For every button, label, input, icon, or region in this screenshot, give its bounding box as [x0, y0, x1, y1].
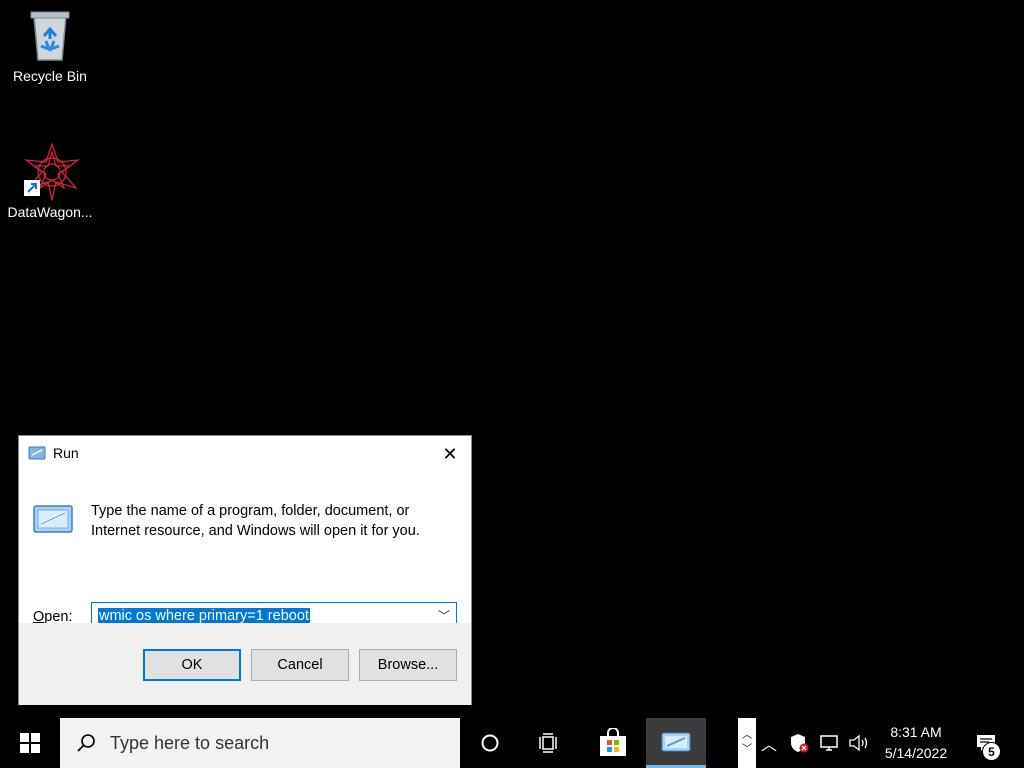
notification-count-badge: 5	[982, 742, 1001, 761]
network-icon	[820, 735, 838, 751]
chevron-up-icon: ︿	[760, 737, 777, 754]
run-program-icon	[32, 502, 74, 536]
show-hidden-icons-button[interactable]: ︿	[758, 718, 780, 768]
run-icon	[661, 732, 691, 751]
start-button[interactable]	[0, 718, 60, 768]
run-title: Run	[53, 445, 79, 461]
recycle-bin-icon	[22, 6, 78, 64]
desktop-icon-label: DataWagon...	[7, 204, 93, 220]
network-tray-button[interactable]	[816, 718, 842, 768]
run-description-line: Type the name of a program, folder, docu…	[91, 503, 410, 519]
run-body: Type the name of a program, folder, docu…	[19, 472, 471, 631]
taskbar-clock[interactable]: 8:31 AM 5/14/2022	[876, 718, 956, 768]
run-description-line: Internet resource, and Windows will open…	[91, 523, 420, 539]
search-placeholder: Type here to search	[110, 733, 270, 753]
taskbar-search-box[interactable]: Type here to search	[60, 718, 460, 768]
chevron-up-down-icon: ︿ ﹀	[742, 730, 752, 755]
run-taskbar-button[interactable]	[646, 718, 706, 768]
cancel-button[interactable]: Cancel	[251, 649, 349, 681]
desktop-icon-recycle-bin[interactable]: Recycle Bin	[0, 6, 100, 84]
run-footer: OK Cancel Browse...	[19, 623, 471, 705]
open-input-value[interactable]: wmic os where primary=1 reboot	[98, 608, 310, 624]
desktop-icon-label: Recycle Bin	[13, 68, 87, 84]
shield-warning-icon	[791, 734, 809, 753]
close-icon: ✕	[442, 443, 458, 464]
datawagon-app-icon	[22, 142, 81, 201]
search-icon	[77, 734, 95, 752]
task-view-icon	[539, 733, 557, 753]
volume-icon	[849, 734, 868, 752]
store-app-button[interactable]	[584, 718, 642, 768]
clock-time: 8:31 AM	[890, 724, 942, 740]
task-view-button[interactable]	[520, 718, 578, 768]
cortana-button[interactable]	[464, 718, 516, 768]
security-tray-button[interactable]	[786, 718, 812, 768]
microsoft-store-icon	[600, 728, 626, 756]
taskbar: Type here to search ︿ ﹀ ︿ 8:31 AM 5/14/2…	[0, 718, 1024, 768]
chevron-down-icon[interactable]: ﹀	[438, 607, 450, 624]
taskbar-scroll-button[interactable]: ︿ ﹀	[738, 718, 756, 768]
run-icon	[28, 446, 46, 460]
ok-button[interactable]: OK	[143, 649, 241, 681]
run-titlebar[interactable]: Run ✕	[19, 436, 471, 472]
browse-button[interactable]: Browse...	[359, 649, 457, 681]
run-dialog: Run ✕ Type the name of a program, folder…	[18, 435, 472, 705]
clock-date: 5/14/2022	[884, 745, 948, 761]
close-button[interactable]: ✕	[429, 436, 471, 472]
cortana-circle-icon	[481, 734, 499, 752]
windows-logo-icon	[20, 733, 40, 753]
desktop-icon-datawagon[interactable]: DataWagon...	[0, 142, 100, 220]
run-description: Type the name of a program, folder, docu…	[91, 501, 451, 541]
volume-tray-button[interactable]	[846, 718, 872, 768]
